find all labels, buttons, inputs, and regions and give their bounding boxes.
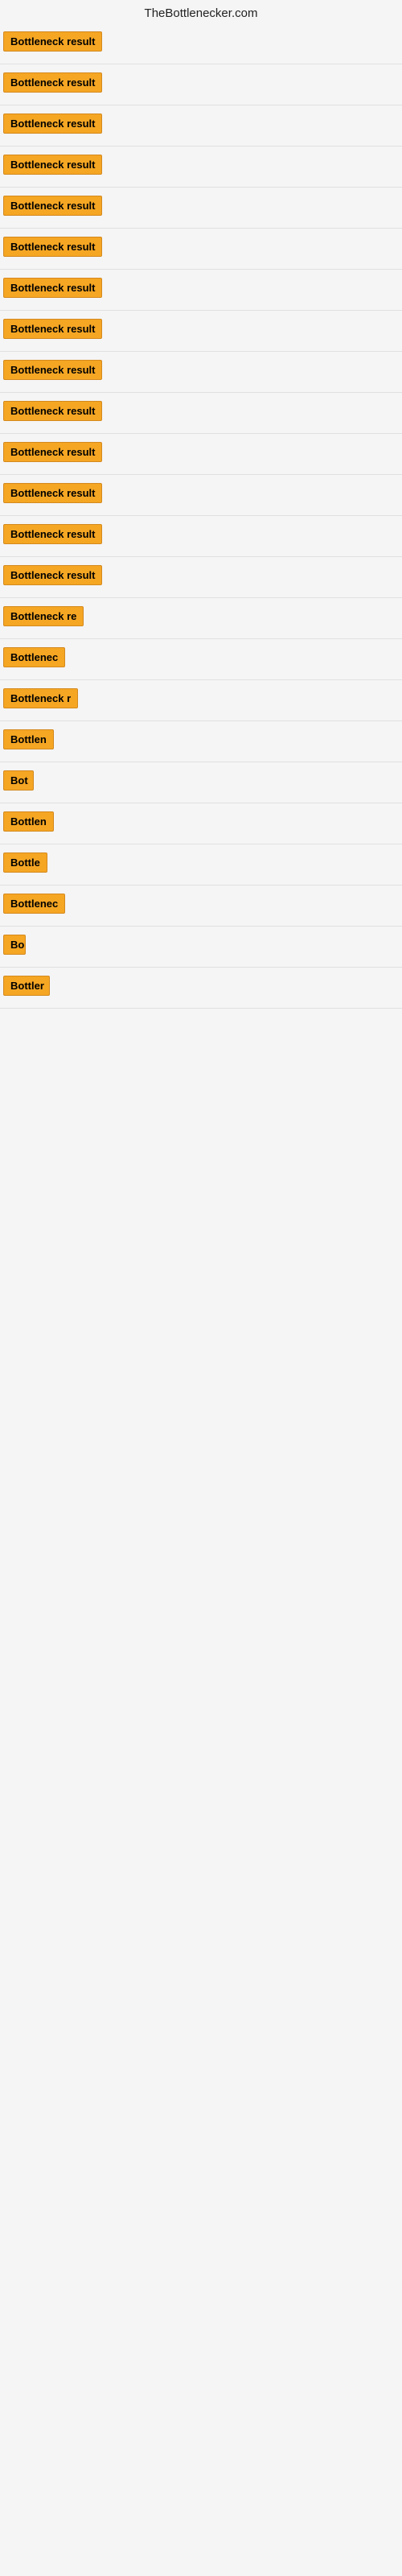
bottleneck-badge[interactable]: Bottleneck result <box>3 360 102 380</box>
result-row: Bottlenec <box>0 639 402 680</box>
bottleneck-badge[interactable]: Bottler <box>3 976 50 996</box>
result-row: Bottleneck result <box>0 352 402 393</box>
bottleneck-badge[interactable]: Bottleneck result <box>3 31 102 52</box>
bottleneck-badge[interactable]: Bottlenec <box>3 894 65 914</box>
bottleneck-badge[interactable]: Bottleneck re <box>3 606 84 626</box>
bottleneck-badge[interactable]: Bottleneck result <box>3 196 102 216</box>
bottleneck-badge[interactable]: Bottleneck result <box>3 278 102 298</box>
bottleneck-badge[interactable]: Bottleneck result <box>3 524 102 544</box>
result-row: Bottleneck result <box>0 270 402 311</box>
result-row: Bottleneck result <box>0 475 402 516</box>
result-row: Bottleneck re <box>0 598 402 639</box>
bottleneck-badge[interactable]: Bottleneck result <box>3 401 102 421</box>
bottleneck-badge[interactable]: Bottleneck result <box>3 565 102 585</box>
bottleneck-badge[interactable]: Bottleneck result <box>3 442 102 462</box>
bottleneck-badge[interactable]: Bottleneck result <box>3 114 102 134</box>
bottleneck-badge[interactable]: Bottlen <box>3 811 54 832</box>
result-row: Bottleneck result <box>0 147 402 188</box>
bottleneck-badge[interactable]: Bottleneck result <box>3 483 102 503</box>
result-row: Bottleneck result <box>0 557 402 598</box>
bottleneck-badge[interactable]: Bottleneck result <box>3 319 102 339</box>
result-row: Bottleneck result <box>0 393 402 434</box>
result-row: Bottleneck result <box>0 311 402 352</box>
bottleneck-badge[interactable]: Bottleneck result <box>3 237 102 257</box>
result-row: Bottler <box>0 968 402 1009</box>
result-row: Bottleneck result <box>0 23 402 64</box>
result-row: Bottlen <box>0 803 402 844</box>
bottleneck-badge[interactable]: Bot <box>3 770 34 791</box>
result-row: Bottleneck result <box>0 434 402 475</box>
result-row: Bottleneck result <box>0 516 402 557</box>
result-row: Bottlen <box>0 721 402 762</box>
result-row: Bottleneck result <box>0 64 402 105</box>
result-row: Bot <box>0 762 402 803</box>
bottleneck-badge[interactable]: Bo <box>3 935 26 955</box>
bottleneck-badge[interactable]: Bottleneck result <box>3 155 102 175</box>
bottleneck-badge[interactable]: Bottlen <box>3 729 54 749</box>
bottleneck-badge[interactable]: Bottlenec <box>3 647 65 667</box>
result-row: Bottleneck result <box>0 188 402 229</box>
result-row: Bottleneck result <box>0 229 402 270</box>
site-title: TheBottlenecker.com <box>145 6 258 20</box>
bottleneck-badge[interactable]: Bottleneck r <box>3 688 78 708</box>
results-list: Bottleneck result Bottleneck result Bottle… <box>0 23 402 1009</box>
bottleneck-badge[interactable]: Bottle <box>3 852 47 873</box>
result-row: Bo <box>0 927 402 968</box>
result-row: Bottleneck result <box>0 105 402 147</box>
site-header: TheBottlenecker.com <box>0 0 402 23</box>
bottleneck-badge[interactable]: Bottleneck result <box>3 72 102 93</box>
result-row: Bottlenec <box>0 886 402 927</box>
result-row: Bottle <box>0 844 402 886</box>
result-row: Bottleneck r <box>0 680 402 721</box>
